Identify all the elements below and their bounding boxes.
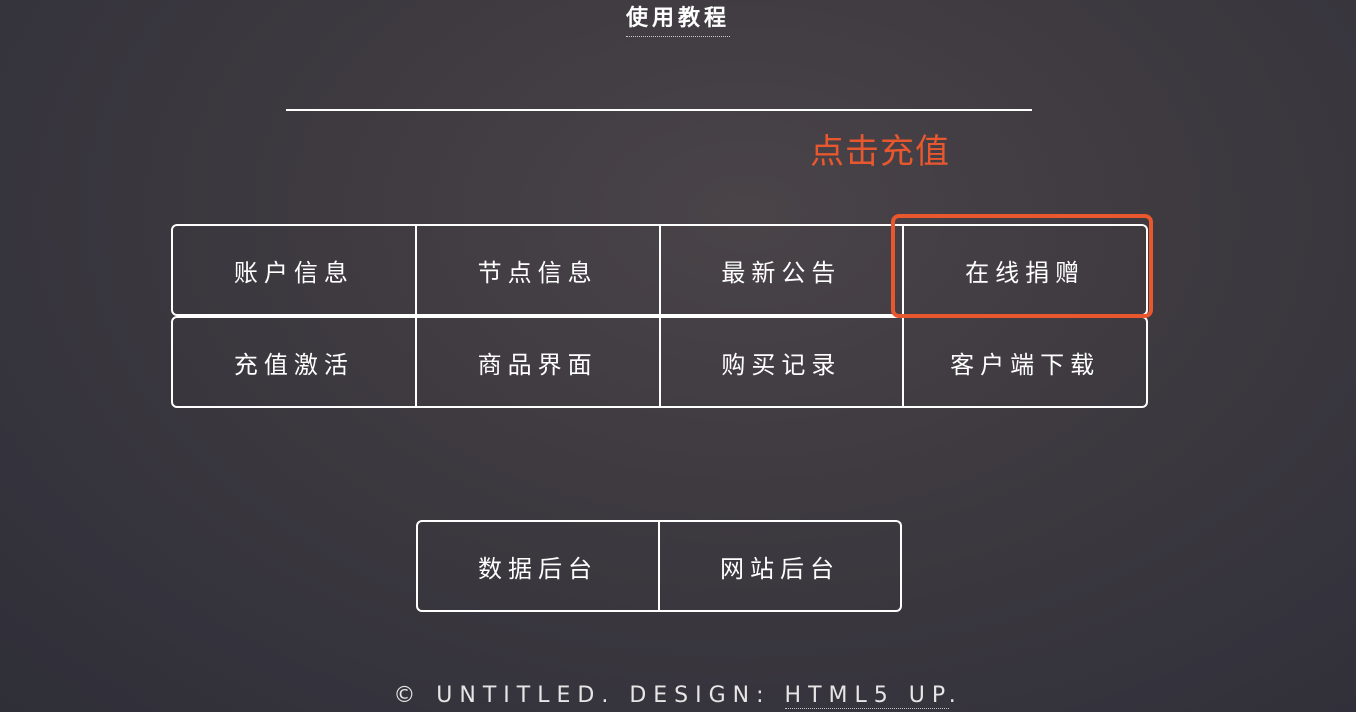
footer-link[interactable]: HTML5 UP — [784, 683, 949, 709]
nav-row-2: 充值激活 商品界面 购买记录 客户端下载 — [171, 316, 1148, 408]
divider — [286, 109, 1032, 111]
footer: © UNTITLED. DESIGN: HTML5 UP. — [0, 680, 1356, 712]
main-nav-grid: 账户信息 节点信息 最新公告 在线捐赠 充值激活 商品界面 购买记录 客户端下载 — [171, 224, 1148, 408]
tutorial-link[interactable]: 使用教程 — [625, 4, 730, 37]
products-button[interactable]: 商品界面 — [416, 316, 661, 408]
data-backend-button[interactable]: 数据后台 — [416, 520, 660, 612]
announcements-button[interactable]: 最新公告 — [660, 224, 905, 316]
annotation-label: 点击充值 — [810, 132, 950, 172]
footer-copyright: © UNTITLED. DESIGN: — [393, 683, 785, 708]
client-download-button[interactable]: 客户端下载 — [904, 316, 1148, 408]
nav-row-1: 账户信息 节点信息 最新公告 在线捐赠 — [171, 224, 1148, 316]
site-backend-button[interactable]: 网站后台 — [660, 520, 902, 612]
online-donation-button[interactable]: 在线捐赠 — [904, 224, 1148, 316]
node-info-button[interactable]: 节点信息 — [416, 224, 661, 316]
recharge-activation-button[interactable]: 充值激活 — [171, 316, 417, 408]
admin-nav-grid: 数据后台 网站后台 — [416, 520, 902, 612]
account-info-button[interactable]: 账户信息 — [171, 224, 417, 316]
footer-suffix: . — [948, 683, 963, 708]
purchase-history-button[interactable]: 购买记录 — [660, 316, 905, 408]
tutorial-link-wrapper: 使用教程 — [0, 4, 1356, 37]
